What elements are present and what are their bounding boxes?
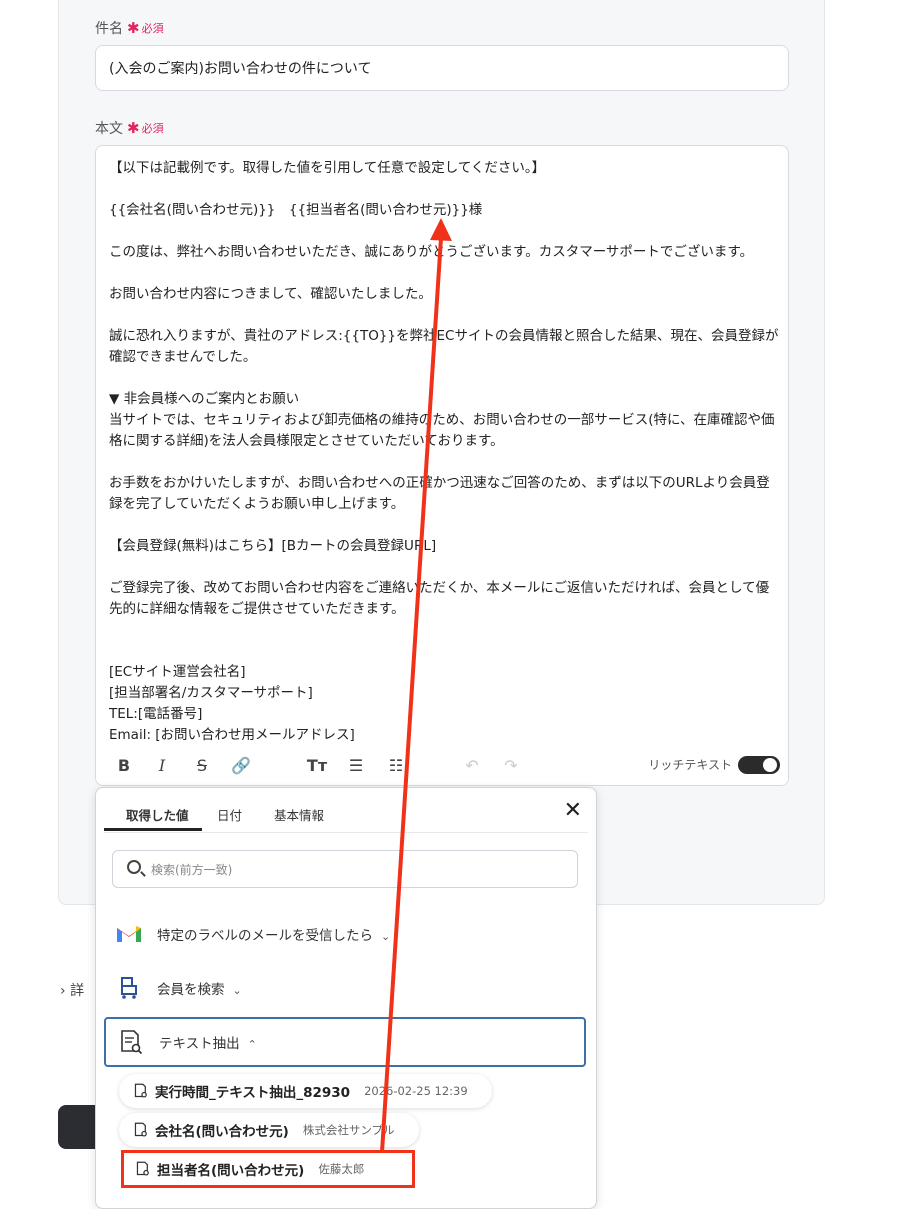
annotation-arrow [380,218,452,1153]
